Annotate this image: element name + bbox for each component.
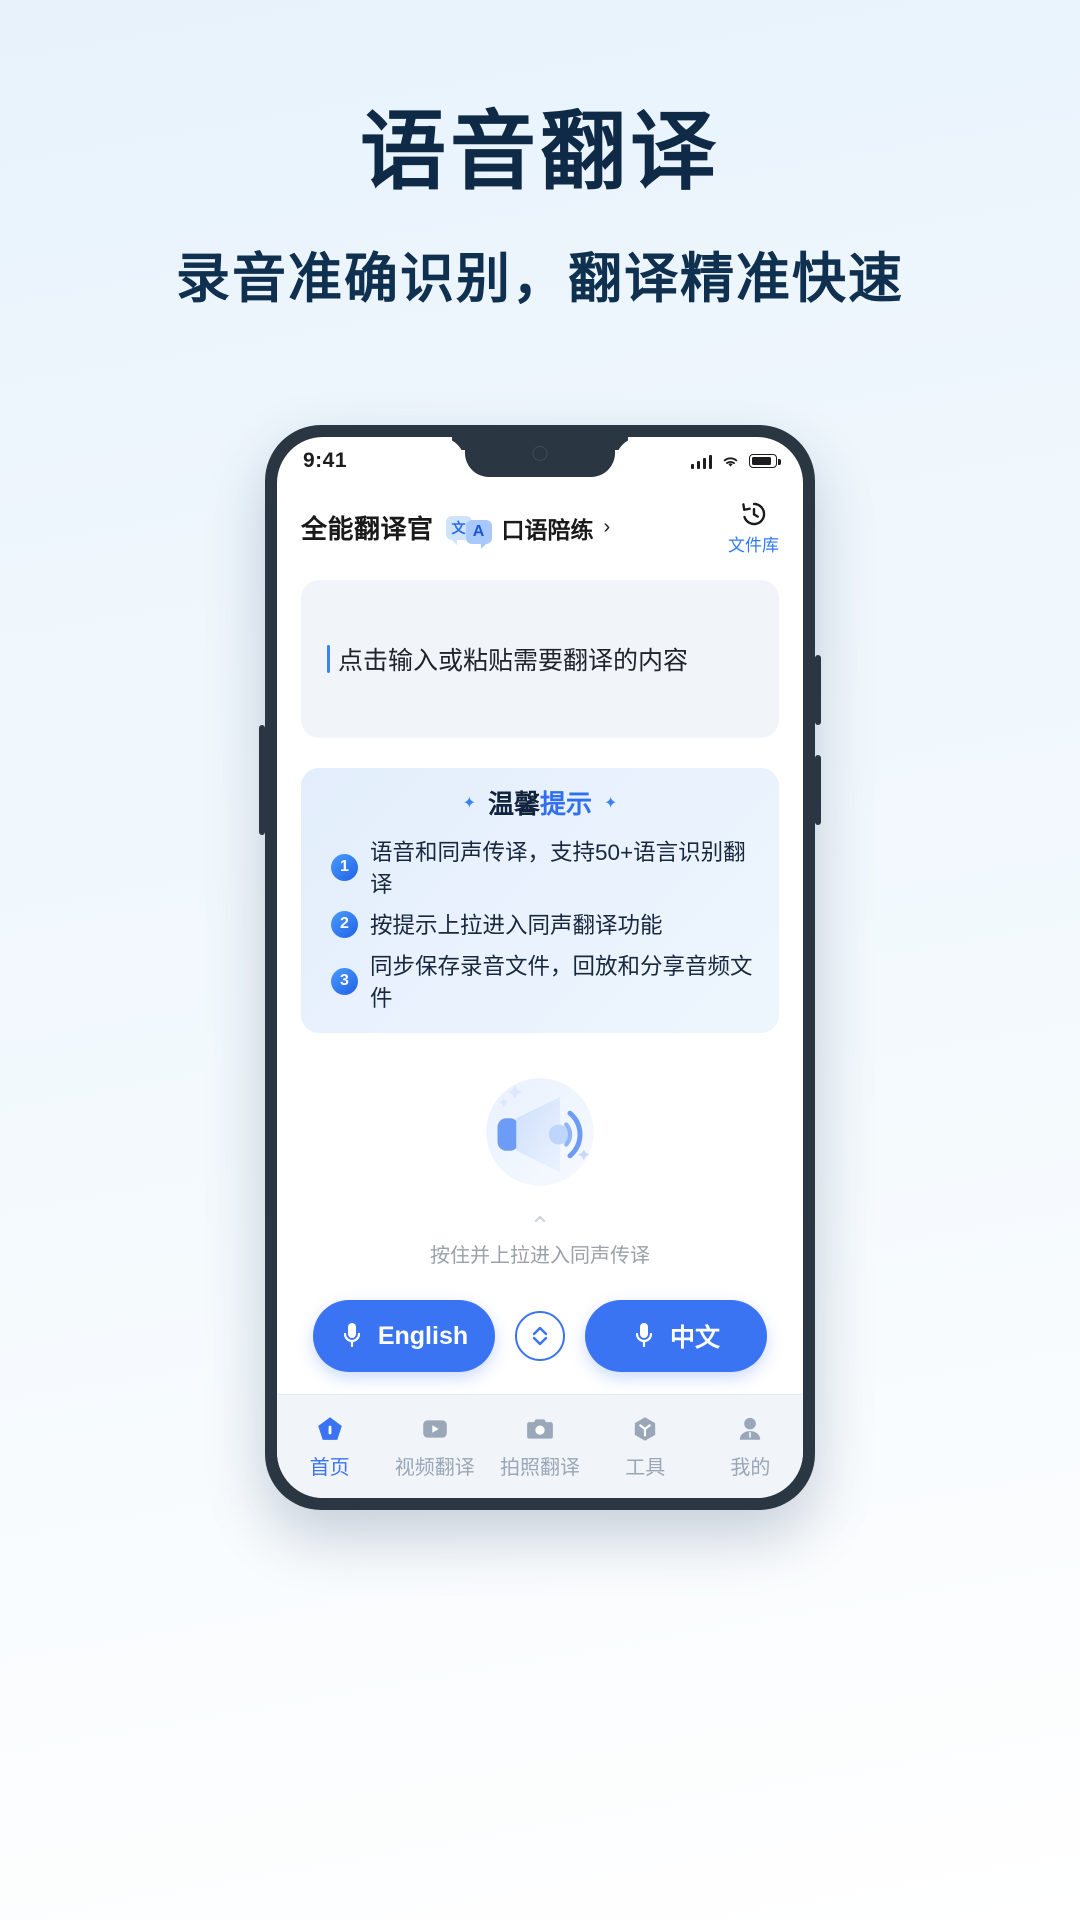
mic-button-chinese[interactable]: 中文	[585, 1300, 767, 1372]
tip-text: 语音和同声传译，支持50+语言识别翻译	[370, 840, 746, 897]
file-library-label: 文件库	[728, 536, 779, 555]
input-placeholder: 点击输入或粘贴需要翻译的内容	[338, 647, 689, 675]
tip-text: 同步保存录音文件，回放和分享音频文件	[370, 954, 753, 1011]
bottom-tab-bar: 首页 视频翻译 拍照翻译 工具 我的	[277, 1394, 803, 1498]
history-clock-icon	[741, 502, 765, 526]
cellular-signal-icon	[690, 454, 712, 469]
tips-title: ✦ 温馨提示 ✦	[323, 784, 757, 821]
mic-controls: English 中文	[277, 1274, 803, 1394]
home-icon	[317, 1416, 342, 1440]
file-library-button[interactable]: 文件库	[728, 499, 779, 556]
phone-screen: 9:41 全能翻译官 文 A 口语陪练 › 文件库 点击输入或粘贴需要翻译的内容…	[277, 437, 803, 1498]
tools-cube-icon	[635, 1416, 656, 1441]
secondary-side-button[interactable]	[815, 755, 821, 825]
phone-mockup: 9:41 全能翻译官 文 A 口语陪练 › 文件库 点击输入或粘贴需要翻译的内容…	[259, 425, 821, 1510]
tip-number-badge: 3	[331, 967, 358, 995]
swap-language-button[interactable]	[515, 1311, 565, 1361]
status-bar-icons	[690, 454, 781, 469]
chevron-right-icon: ›	[603, 516, 611, 538]
illustration-area	[277, 1057, 803, 1207]
translation-input[interactable]: 点击输入或粘贴需要翻译的内容	[301, 580, 779, 738]
mic-button-chinese-label: 中文	[669, 1324, 720, 1352]
tips-title-part2: 提示	[540, 789, 593, 819]
tips-card: ✦ 温馨提示 ✦ 1 语音和同声传译，支持50+语言识别翻译 2 按提示上拉进入…	[301, 768, 779, 1033]
tab-home[interactable]: 首页	[277, 1414, 382, 1480]
brand-row: 全能翻译官 文 A 口语陪练 ›	[301, 509, 611, 549]
tab-profile[interactable]: 我的	[698, 1414, 803, 1480]
chevron-up-icon: ⌃	[529, 1211, 551, 1242]
swap-vertical-icon	[532, 1326, 548, 1346]
speech-bubble-en-icon: A	[465, 519, 492, 549]
page-subtitle: 录音准确识别，翻译精准快速	[176, 249, 904, 310]
tip-item: 2 按提示上拉进入同声翻译功能	[331, 908, 757, 940]
volume-button[interactable]	[259, 725, 265, 835]
tab-tools[interactable]: 工具	[593, 1414, 698, 1480]
tab-video-translate-label: 视频翻译	[394, 1456, 475, 1479]
oral-practice-label: 口语陪练	[501, 516, 594, 543]
phone-frame: 9:41 全能翻译官 文 A 口语陪练 › 文件库 点击输入或粘贴需要翻译的内容…	[259, 425, 821, 1510]
battery-icon	[749, 454, 781, 468]
tab-photo-translate[interactable]: 拍照翻译	[487, 1414, 592, 1480]
microphone-icon	[343, 1323, 360, 1348]
pull-hint[interactable]: ⌃ 按住并上拉进入同声传译	[277, 1211, 803, 1274]
pull-hint-text: 按住并上拉进入同声传译	[430, 1245, 650, 1267]
sparkle-right-icon: ✦	[604, 794, 618, 812]
app-header: 全能翻译官 文 A 口语陪练 › 文件库	[277, 485, 803, 566]
speaker-sound-icon	[486, 1078, 594, 1186]
tip-number-badge: 1	[331, 853, 358, 881]
tab-home-label: 首页	[309, 1456, 350, 1479]
app-name: 全能翻译官	[301, 514, 434, 544]
microphone-icon	[635, 1323, 653, 1348]
camera-icon	[527, 1418, 553, 1439]
tip-number-badge: 2	[331, 910, 358, 938]
mic-button-english-label: English	[377, 1321, 469, 1350]
video-icon	[423, 1419, 447, 1438]
tip-text: 按提示上拉进入同声翻译功能	[370, 913, 663, 938]
tips-title-part1: 温馨	[487, 789, 540, 819]
status-bar-time: 9:41	[303, 449, 348, 472]
tab-photo-translate-label: 拍照翻译	[500, 1456, 580, 1479]
sparkle-left-icon: ✦	[462, 794, 476, 812]
tip-item: 1 语音和同声传译，支持50+语言识别翻译	[331, 835, 757, 899]
translate-badge-icon: 文 A	[445, 515, 492, 549]
mic-button-english[interactable]: English	[313, 1300, 495, 1372]
power-button[interactable]	[815, 655, 821, 725]
page-title: 语音翻译	[360, 104, 720, 200]
tab-profile-label: 我的	[730, 1456, 771, 1479]
wifi-icon	[723, 456, 738, 467]
text-cursor	[327, 645, 330, 673]
tab-tools-label: 工具	[625, 1456, 666, 1479]
oral-practice-entry[interactable]: 文 A 口语陪练 ›	[445, 511, 611, 549]
poster-heading-block: 语音翻译 录音准确识别，翻译精准快速	[0, 0, 1080, 313]
person-icon	[740, 1417, 761, 1440]
badge-en-label: A	[472, 522, 485, 540]
front-camera-icon	[532, 446, 548, 461]
tab-video-translate[interactable]: 视频翻译	[382, 1414, 487, 1480]
tip-item: 3 同步保存录音文件，回放和分享音频文件	[331, 949, 757, 1013]
